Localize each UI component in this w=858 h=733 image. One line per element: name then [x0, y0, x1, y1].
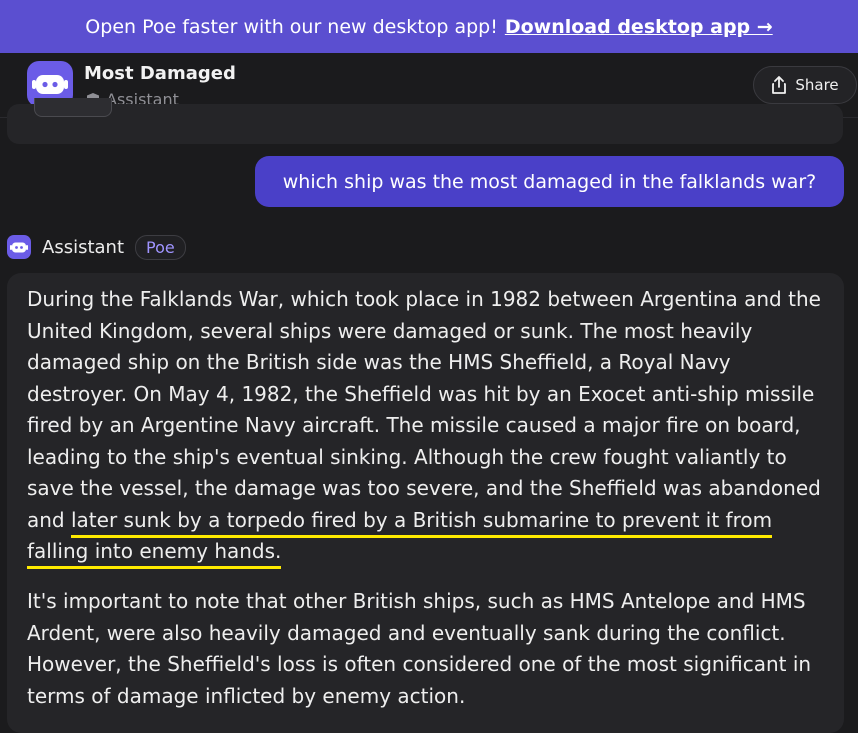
user-message: which ship was the most damaged in the f… [255, 156, 844, 207]
share-icon [772, 76, 787, 94]
download-app-link[interactable]: Download desktop app → [505, 16, 773, 38]
poe-badge: Poe [135, 234, 186, 260]
highlighted-text: later sunk by a torpedo fired by a Briti… [27, 507, 773, 569]
response-paragraph-2: It's important to note that other Britis… [27, 589, 812, 708]
share-label: Share [795, 76, 839, 94]
assistant-header: Assistant Poe [7, 232, 186, 262]
bot-name[interactable]: Most Damaged [84, 63, 236, 84]
assistant-name[interactable]: Assistant [42, 237, 124, 258]
banner-text: Open Poe faster with our new desktop app… [85, 15, 498, 38]
response-text: During the Falklands War, which took pla… [27, 287, 821, 532]
previous-message-chip[interactable] [34, 98, 112, 117]
assistant-response: During the Falklands War, which took pla… [7, 273, 844, 733]
previous-message-card [7, 98, 843, 144]
assistant-avatar[interactable] [7, 235, 31, 259]
user-message-text: which ship was the most damaged in the f… [282, 170, 817, 193]
robot-icon [10, 242, 28, 253]
download-banner: Open Poe faster with our new desktop app… [0, 0, 858, 53]
share-button[interactable]: Share [753, 66, 857, 104]
response-paragraph-1: During the Falklands War, which took pla… [27, 284, 827, 569]
